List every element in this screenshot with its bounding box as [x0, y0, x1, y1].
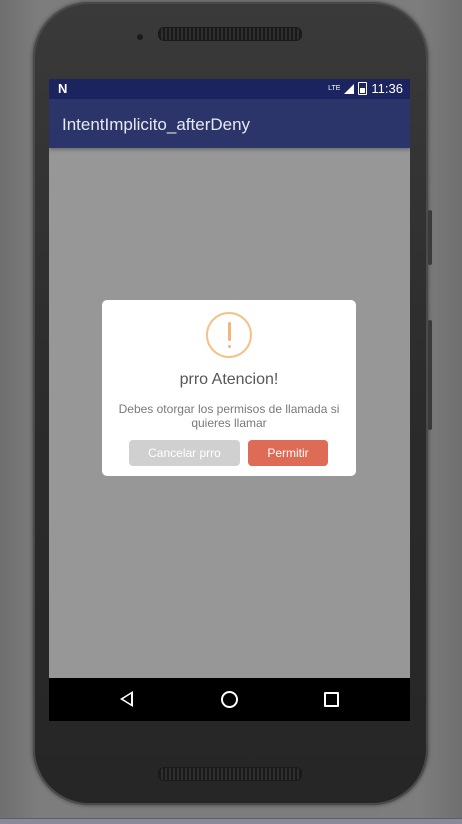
top-speaker — [158, 27, 302, 41]
battery-icon — [358, 82, 368, 95]
recents-icon[interactable] — [324, 692, 339, 707]
status-icons: LTE 11:36 — [328, 81, 403, 96]
warning-icon-bar — [228, 322, 231, 341]
dialog-message: Debes otorgar los permisos de llamada si… — [118, 402, 340, 430]
signal-icon — [344, 83, 355, 94]
warning-icon-dot — [228, 345, 231, 348]
cancel-button[interactable]: Cancelar prro — [129, 440, 240, 466]
alert-dialog: prro Atencion! Debes otorgar los permiso… — [102, 300, 356, 476]
window-bottom-edge — [0, 818, 462, 824]
warning-icon — [206, 312, 252, 358]
front-camera — [137, 34, 143, 40]
network-type: LTE — [328, 85, 341, 92]
permit-button[interactable]: Permitir — [248, 440, 328, 466]
back-icon[interactable] — [120, 691, 133, 707]
navigation-bar — [49, 678, 410, 721]
device-screen: N LTE 11:36 IntentImplicito_afterDeny pr… — [49, 79, 410, 721]
home-icon[interactable] — [221, 691, 238, 708]
clock: 11:36 — [371, 81, 403, 96]
app-title: IntentImplicito_afterDeny — [62, 115, 251, 134]
volume-button[interactable] — [428, 210, 432, 265]
status-bar: N LTE 11:36 — [49, 79, 410, 99]
bottom-speaker — [158, 767, 302, 781]
power-button[interactable] — [428, 320, 432, 430]
carrier-logo: N — [58, 81, 68, 96]
dialog-title: prro Atencion! — [179, 371, 279, 388]
app-bar: IntentImplicito_afterDeny — [49, 99, 410, 148]
